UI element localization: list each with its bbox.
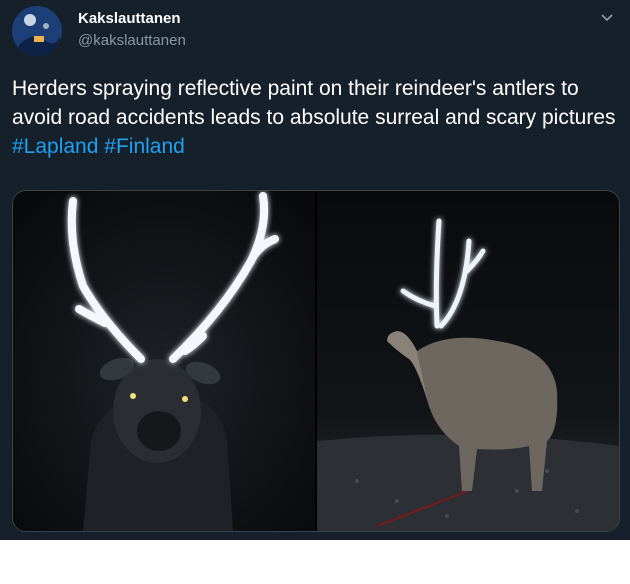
reindeer-front-photo[interactable] [13, 191, 315, 531]
hashtag-finland[interactable]: #Finland [104, 135, 185, 158]
chevron-down-icon[interactable] [600, 10, 614, 22]
media-grid [12, 190, 620, 532]
handle[interactable]: @kakslauttanen [78, 32, 186, 49]
reindeer-side-photo[interactable] [317, 191, 619, 531]
hashtag-lapland[interactable]: #Lapland [12, 135, 98, 158]
tweet-body: Herders spraying reflective paint on the… [12, 77, 616, 129]
avatar[interactable] [12, 6, 62, 56]
display-name[interactable]: Kakslauttanen [78, 10, 181, 27]
tweet-card: Kakslauttanen @kakslauttanen Herders spr… [0, 0, 630, 540]
tweet-text: Herders spraying reflective paint on the… [12, 74, 622, 161]
